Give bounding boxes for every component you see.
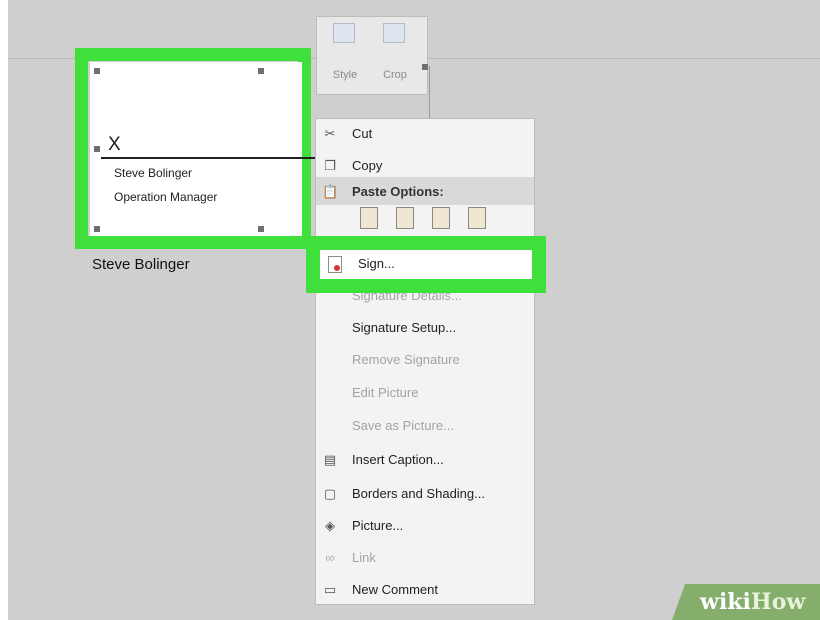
menu-item-picture-label: Picture...: [352, 518, 404, 533]
menu-item-new-comment[interactable]: ▭ New Comment: [316, 575, 534, 605]
signature-x-mark: X: [108, 134, 121, 155]
style-label: Style: [332, 69, 358, 81]
signature-line: [101, 157, 329, 159]
copy-icon: ❐: [324, 158, 336, 173]
resize-handle-bottom-right[interactable]: [258, 226, 264, 232]
menu-item-insert-caption[interactable]: ▤ Insert Caption...: [316, 445, 534, 475]
menu-item-insert-caption-label: Insert Caption...: [352, 452, 444, 467]
menu-item-cut[interactable]: ✂ Cut: [316, 119, 534, 149]
document-text-name: Steve Bolinger: [92, 256, 190, 273]
menu-item-cut-label: Cut: [352, 126, 373, 141]
menu-item-sign-label: Sign...: [358, 256, 395, 271]
picture-mini-toolbar: Style Crop: [316, 16, 428, 95]
menu-item-remove-signature[interactable]: Remove Signature: [316, 345, 534, 375]
resize-handle-top-left[interactable]: [94, 68, 100, 74]
menu-item-edit-picture-label: Edit Picture: [352, 385, 419, 400]
document-canvas: X Steve Bolinger Operation Manager Steve…: [8, 0, 820, 620]
paste-text-only-icon[interactable]: [468, 207, 486, 229]
menu-item-signature-setup[interactable]: Signature Setup...: [316, 313, 534, 343]
resize-handle-top-right[interactable]: [258, 68, 264, 74]
crop-label: Crop: [383, 69, 407, 81]
paste-merge-format-icon[interactable]: [396, 207, 414, 229]
resize-handle-middle-left[interactable]: [94, 146, 100, 152]
link-icon: ∞: [325, 550, 335, 565]
style-icon: [333, 23, 355, 43]
menu-item-edit-picture[interactable]: Edit Picture: [316, 378, 534, 408]
format-picture-icon: ◈: [325, 518, 335, 533]
menu-item-copy-label: Copy: [352, 158, 383, 173]
menu-item-sign[interactable]: Sign...: [320, 250, 532, 279]
caption-icon: ▤: [323, 452, 337, 467]
signer-title: Operation Manager: [114, 190, 218, 204]
context-menu: ✂ Cut ❐ Copy 📋 Paste Options: Signature …: [315, 118, 535, 605]
signature-line-object[interactable]: [90, 62, 302, 236]
menu-item-save-as-picture-label: Save as Picture...: [352, 418, 454, 433]
style-button[interactable]: Style: [323, 23, 367, 91]
wikihow-logo: wikiHow: [700, 589, 806, 615]
crop-icon: [383, 23, 405, 43]
toolbar-connector: [429, 66, 430, 118]
paste-option-buttons: [352, 207, 522, 237]
crop-button[interactable]: Crop: [373, 23, 417, 91]
paste-picture-icon[interactable]: [432, 207, 450, 229]
menu-item-borders-and-shading-label: Borders and Shading...: [352, 486, 485, 501]
resize-handle-toolbar-side[interactable]: [422, 64, 428, 70]
menu-item-picture[interactable]: ◈ Picture...: [316, 511, 534, 541]
comment-icon: ▭: [323, 582, 337, 597]
paste-keep-source-icon[interactable]: [360, 207, 378, 229]
menu-item-new-comment-label: New Comment: [352, 582, 438, 597]
sign-document-icon: [328, 256, 342, 273]
menu-item-link-label: Link: [352, 550, 376, 565]
borders-icon: ▢: [323, 486, 337, 501]
menu-item-remove-signature-label: Remove Signature: [352, 352, 460, 367]
menu-item-save-as-picture[interactable]: Save as Picture...: [316, 411, 534, 441]
paste-icon: 📋: [322, 184, 339, 199]
resize-handle-bottom-left[interactable]: [94, 226, 100, 232]
menu-item-signature-setup-label: Signature Setup...: [352, 320, 457, 335]
signer-name: Steve Bolinger: [114, 166, 193, 180]
scissors-icon: ✂: [324, 126, 336, 141]
menu-item-borders-and-shading[interactable]: ▢ Borders and Shading...: [316, 479, 534, 509]
menu-item-link[interactable]: ∞ Link: [316, 543, 534, 573]
paste-options-header: 📋 Paste Options:: [316, 177, 534, 205]
paste-options-label: Paste Options:: [352, 184, 444, 199]
